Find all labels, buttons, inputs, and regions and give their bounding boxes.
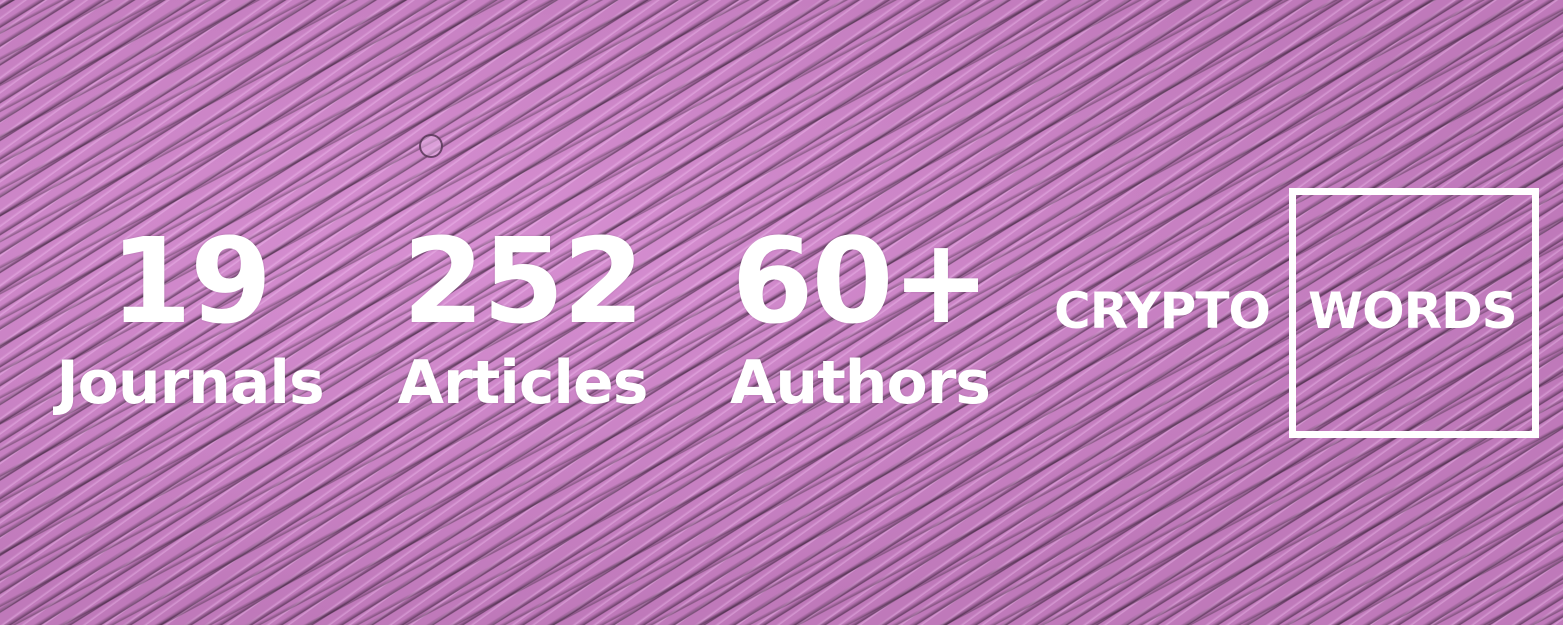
stat-journals-label: Journals: [56, 348, 324, 418]
stat-articles: 252 Articles: [385, 222, 660, 418]
cryptowords-logo: CRYPTO WORDS: [1050, 188, 1540, 438]
stat-journals: 19 Journals: [40, 222, 340, 418]
stat-journals-number: 19: [109, 212, 272, 350]
background-bubble: [419, 134, 443, 158]
stat-authors: 60+ Authors: [715, 222, 1005, 418]
stat-authors-number: 60+: [731, 212, 990, 350]
stat-articles-number: 252: [402, 212, 644, 350]
logo-word-crypto: CRYPTO: [1054, 282, 1271, 340]
logo-word-words: WORDS: [1308, 282, 1518, 340]
stat-authors-label: Authors: [729, 348, 991, 418]
stat-articles-label: Articles: [397, 348, 649, 418]
